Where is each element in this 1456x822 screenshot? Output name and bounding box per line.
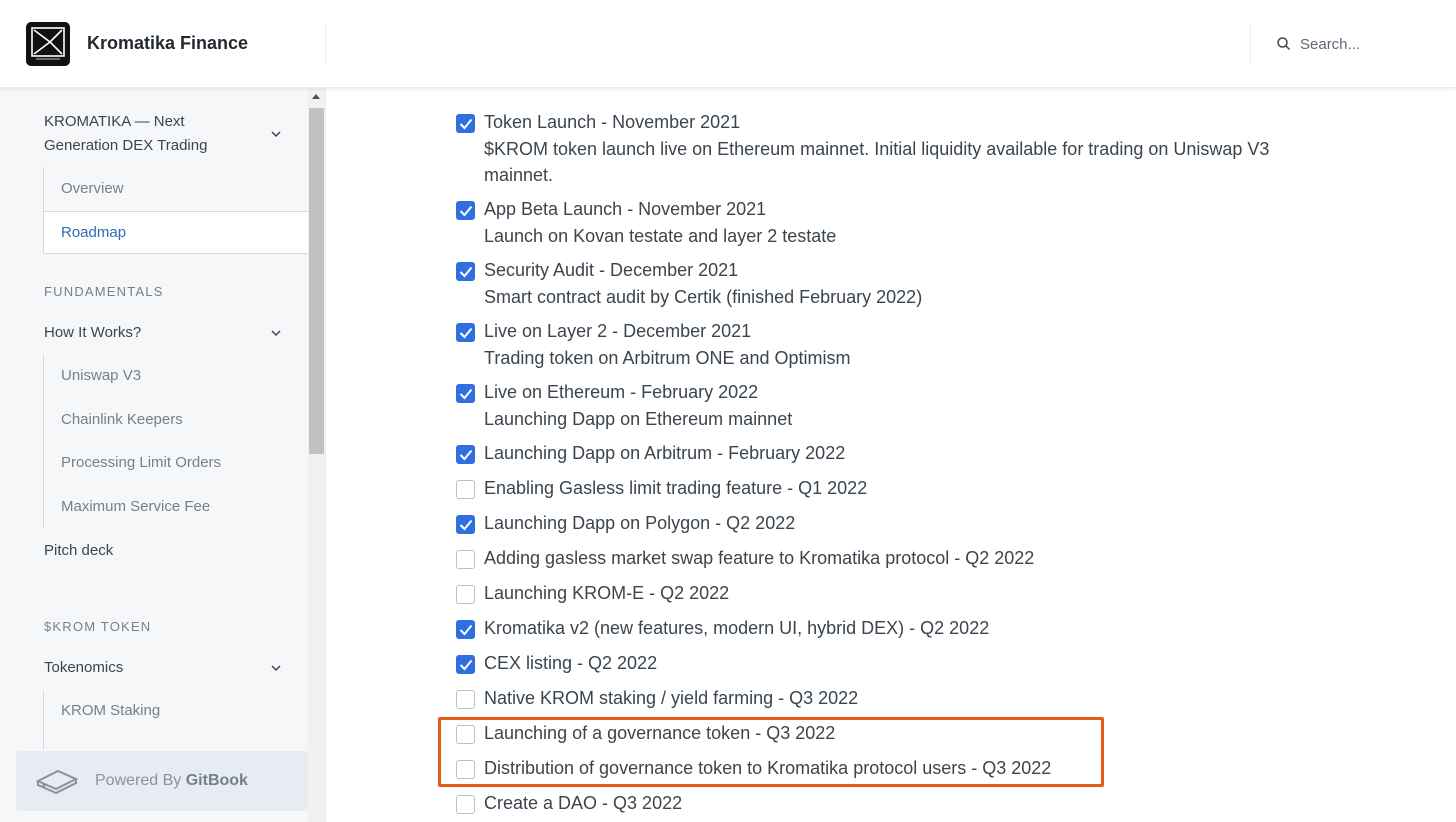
task-description: $KROM token launch live on Ethereum main… xyxy=(484,139,1270,185)
task-checkbox-checked[interactable] xyxy=(456,323,475,342)
sidebar-group-how-it-works[interactable]: How It Works? xyxy=(44,321,141,345)
highlight-annotation-box xyxy=(438,717,1104,787)
sidebar-group-kromatika[interactable]: KROMATIKA — Next Generation DEX Trading xyxy=(44,110,207,158)
task-description: Trading token on Arbitrum ONE and Optimi… xyxy=(484,348,851,368)
task-title: Live on Layer 2 - December 2021 xyxy=(484,321,752,341)
main-content: Token Launch - November 2021 $KROM token … xyxy=(327,88,1456,822)
header-divider xyxy=(1250,22,1251,66)
search-box[interactable] xyxy=(1276,33,1436,55)
task-title: Enabling Gasless limit trading feature -… xyxy=(484,478,868,498)
search-input[interactable] xyxy=(1300,33,1430,55)
app-title[interactable]: Kromatika Finance xyxy=(87,33,248,54)
task-checkbox-checked[interactable] xyxy=(456,515,475,534)
task-title: Launching Dapp on Arbitrum - February 20… xyxy=(484,443,846,463)
sidebar-item-krom-staking[interactable]: KROM Staking xyxy=(61,702,160,719)
header-divider xyxy=(325,22,326,66)
sidebar-item-roadmap[interactable]: Roadmap xyxy=(61,224,126,241)
task-checkbox-checked[interactable] xyxy=(456,201,475,220)
tree-line xyxy=(43,354,44,528)
checkmark-icon xyxy=(459,624,473,636)
sidebar-group-label: Generation DEX Trading xyxy=(44,137,208,154)
sidebar-item-limit-orders[interactable]: Processing Limit Orders xyxy=(61,454,221,471)
task-checkbox-checked[interactable] xyxy=(456,114,475,133)
kromatika-logo[interactable] xyxy=(26,22,70,66)
checkmark-icon xyxy=(459,205,473,217)
task-description: Launch on Kovan testate and layer 2 test… xyxy=(484,226,837,246)
task-checkbox[interactable] xyxy=(456,690,475,709)
chevron-down-icon[interactable] xyxy=(270,664,282,672)
task-title: Native KROM staking / yield farming - Q3… xyxy=(484,688,859,708)
checkmark-icon xyxy=(459,388,473,400)
powered-by-label: Powered By GitBook xyxy=(95,772,248,789)
search-icon xyxy=(1277,37,1291,51)
scroll-up-arrow-icon[interactable] xyxy=(312,94,320,99)
task-title: Live on Ethereum - February 2022 xyxy=(484,382,759,402)
gitbook-icon xyxy=(36,769,78,795)
task-checkbox-checked[interactable] xyxy=(456,262,475,281)
scrollbar-thumb[interactable] xyxy=(309,108,324,454)
checkmark-icon xyxy=(459,118,473,130)
task-title: Token Launch - November 2021 xyxy=(484,112,741,132)
task-title: CEX listing - Q2 2022 xyxy=(484,653,658,673)
task-title: App Beta Launch - November 2021 xyxy=(484,199,767,219)
tree-line xyxy=(43,690,44,750)
task-checkbox-checked[interactable] xyxy=(456,655,475,674)
sidebar-group-label: KROMATIKA — Next xyxy=(44,113,185,130)
task-title: Adding gasless market swap feature to Kr… xyxy=(484,548,1035,568)
task-title: Kromatika v2 (new features, modern UI, h… xyxy=(484,618,990,638)
top-header: Kromatika Finance xyxy=(0,0,1456,88)
sidebar-item-overview[interactable]: Overview xyxy=(61,180,124,197)
task-description: Smart contract audit by Certik (finished… xyxy=(484,287,923,307)
task-title: Create a DAO - Q3 2022 xyxy=(484,793,683,813)
sidebar-group-tokenomics[interactable]: Tokenomics xyxy=(44,656,123,680)
sidebar-item-chainlink[interactable]: Chainlink Keepers xyxy=(61,411,183,428)
task-checkbox-checked[interactable] xyxy=(456,384,475,403)
checkmark-icon xyxy=(459,266,473,278)
chevron-down-icon[interactable] xyxy=(270,329,282,337)
sidebar-item-uniswap[interactable]: Uniswap V3 xyxy=(61,367,141,384)
checkmark-icon xyxy=(459,327,473,339)
task-description: Launching Dapp on Ethereum mainnet xyxy=(484,409,793,429)
task-title: Launching KROM-E - Q2 2022 xyxy=(484,583,730,603)
checkmark-icon xyxy=(459,659,473,671)
task-checkbox[interactable] xyxy=(456,480,475,499)
task-checkbox-checked[interactable] xyxy=(456,620,475,639)
task-title: Launching Dapp on Polygon - Q2 2022 xyxy=(484,513,796,533)
task-checkbox[interactable] xyxy=(456,585,475,604)
sidebar-item-pitch-deck[interactable]: Pitch deck xyxy=(44,539,113,563)
section-heading-fundamentals: FUNDAMENTALS xyxy=(44,284,164,299)
checkmark-icon xyxy=(459,519,473,531)
powered-by-gitbook[interactable]: Powered By GitBook xyxy=(16,751,308,811)
task-checkbox[interactable] xyxy=(456,550,475,569)
sidebar-item-service-fee[interactable]: Maximum Service Fee xyxy=(61,498,210,515)
task-checkbox[interactable] xyxy=(456,795,475,814)
task-title: Security Audit - December 2021 xyxy=(484,260,739,280)
sidebar: KROMATIKA — Next Generation DEX Trading … xyxy=(0,88,326,822)
section-heading-krom-token: $KROM TOKEN xyxy=(44,619,152,634)
task-checkbox-checked[interactable] xyxy=(456,445,475,464)
chevron-down-icon[interactable] xyxy=(270,130,282,138)
checkmark-icon xyxy=(459,449,473,461)
